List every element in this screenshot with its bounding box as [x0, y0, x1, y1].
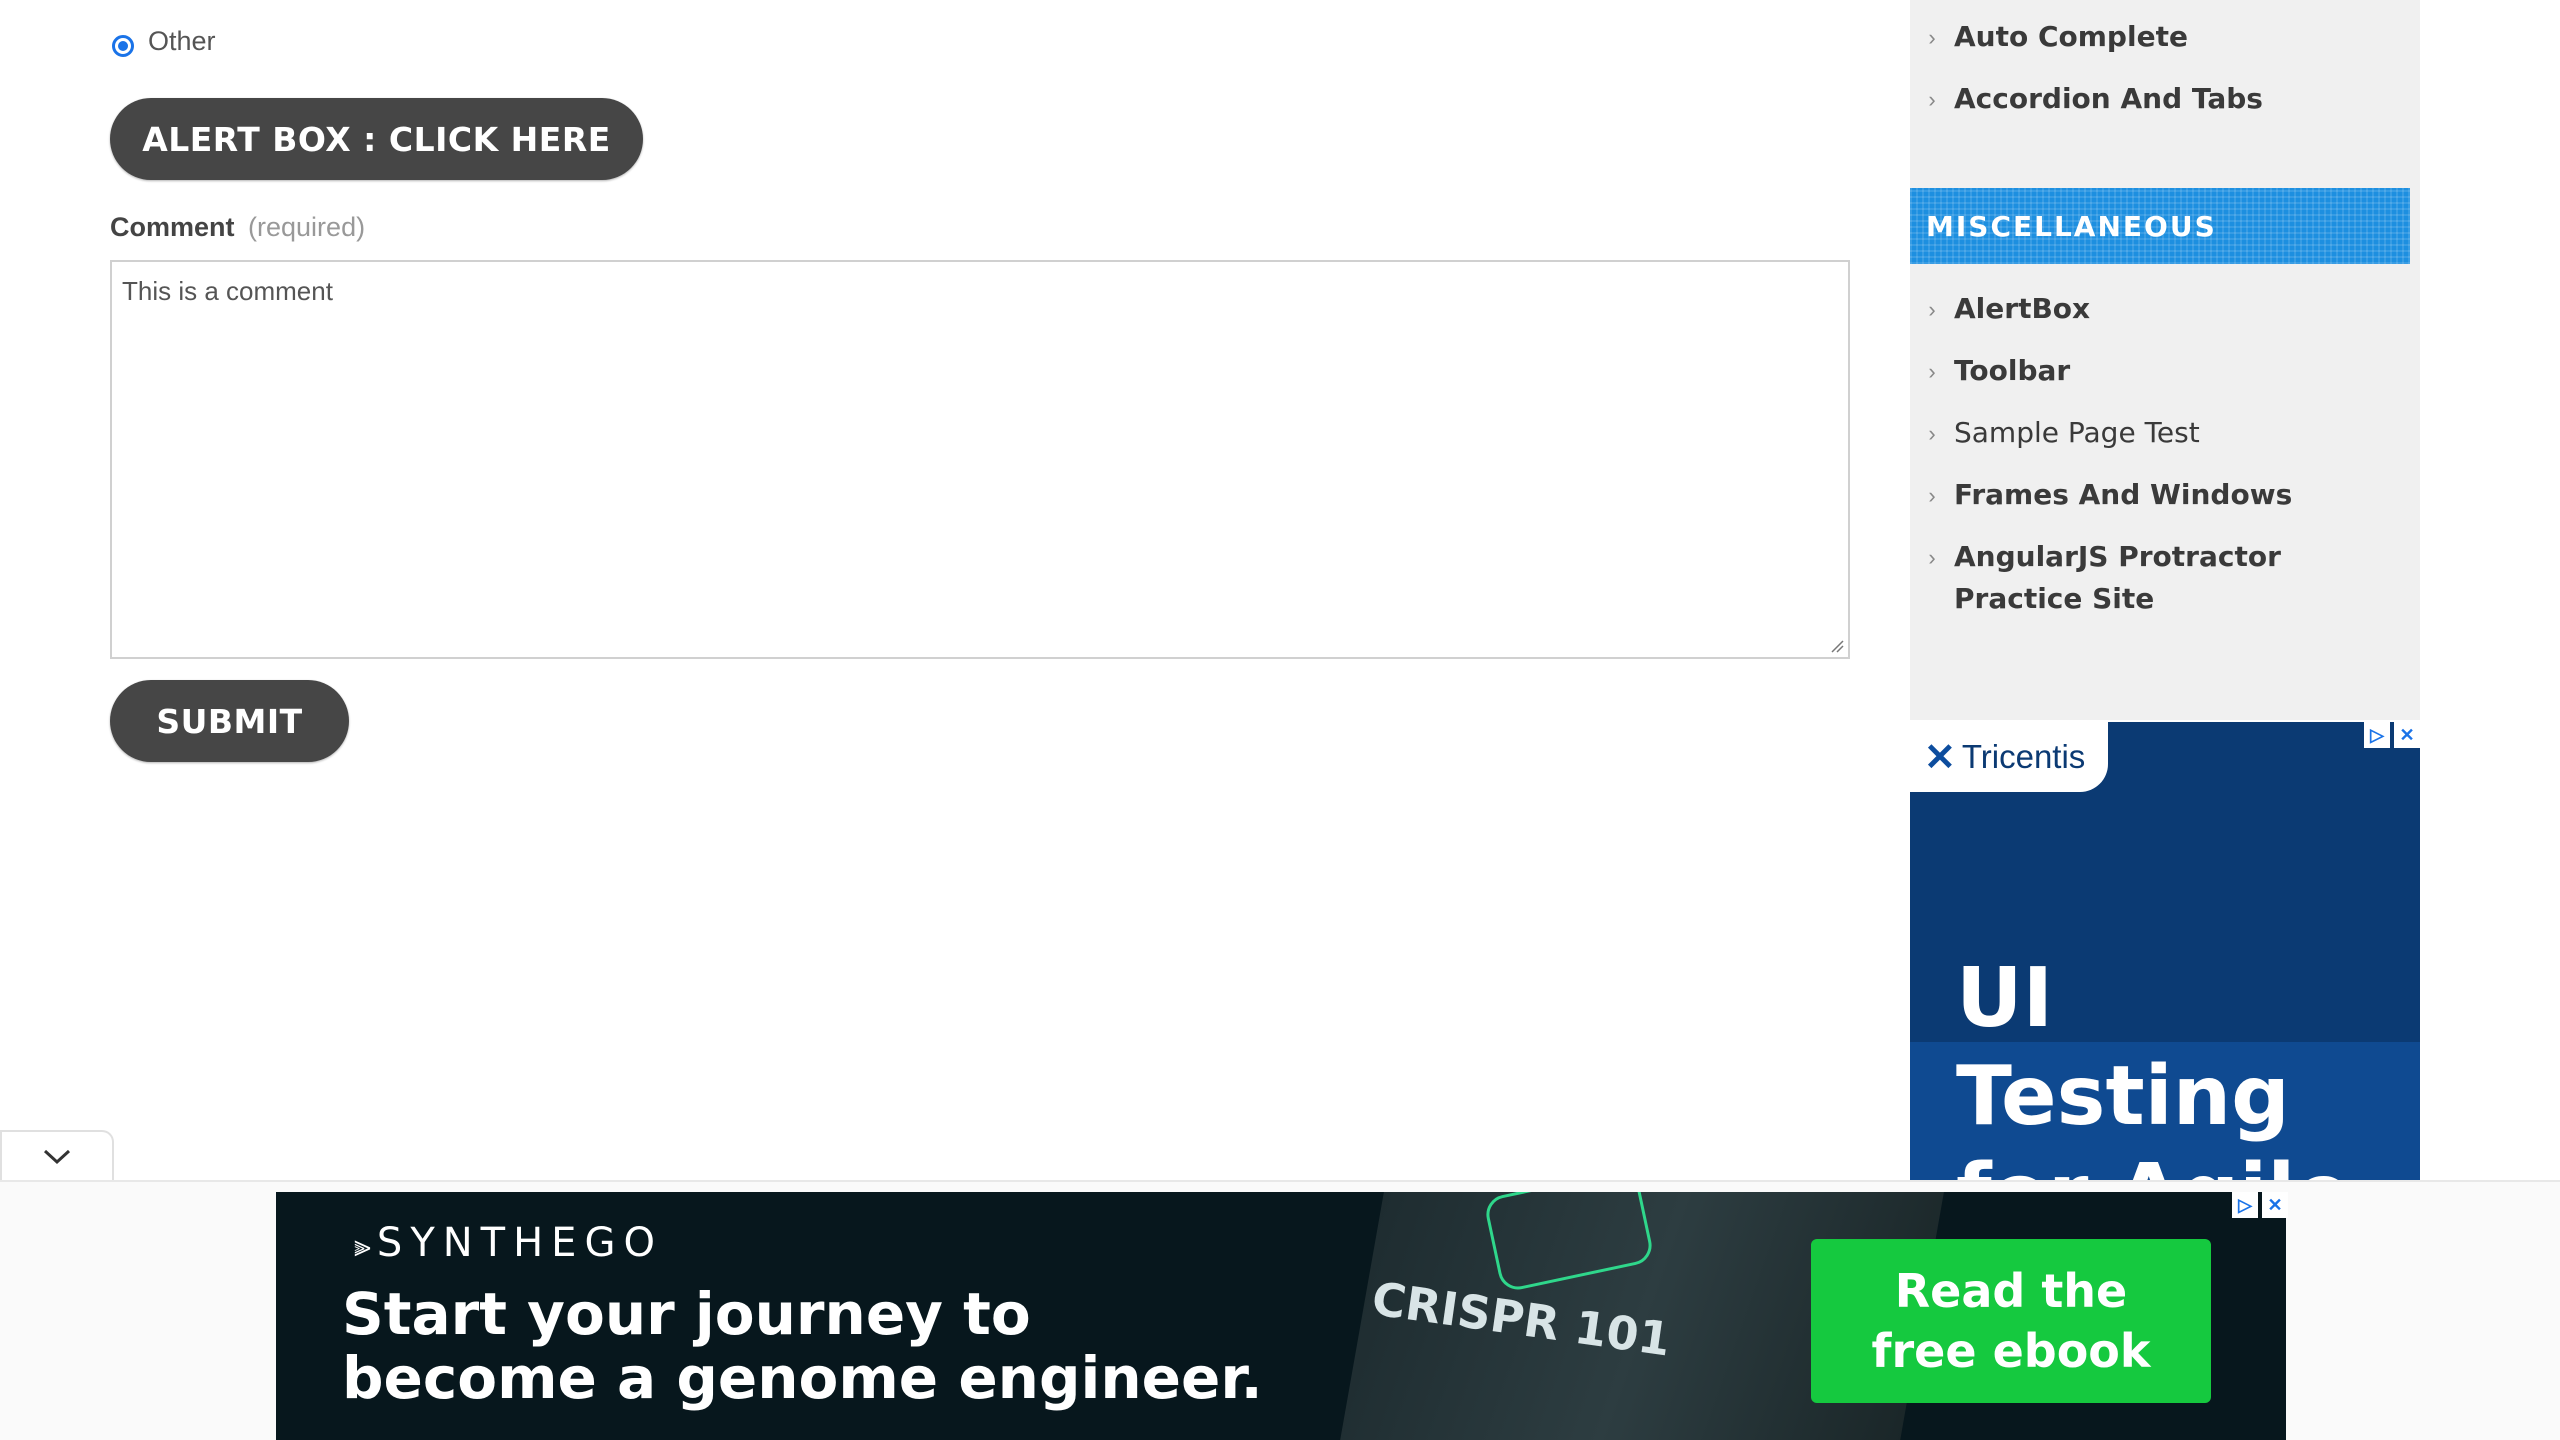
bottom-ad-controls: ▷ ✕ — [2232, 1192, 2288, 1218]
sidebar-item-label[interactable]: Frames And Windows — [1954, 474, 2292, 516]
chevron-right-icon: › — [1928, 297, 1936, 322]
comment-value: This is a comment — [122, 276, 333, 306]
resize-grip-icon[interactable] — [1830, 639, 1844, 653]
comment-required-text: (required) — [248, 212, 366, 242]
submit-button[interactable]: SUBMIT — [110, 680, 349, 762]
sidebar-item-label[interactable]: AlertBox — [1954, 288, 2090, 330]
tricentis-logo: ✕ Tricentis — [1910, 722, 2108, 792]
bottom-advertisement[interactable]: CRISPR 101 ⫸ SYNTHEGO Start your journey … — [276, 1192, 2286, 1440]
sidebar-item-angularjs-protractor[interactable]: › AngularJS Protractor Practice Site — [1910, 540, 2420, 620]
sidebar-item-alertbox[interactable]: › AlertBox — [1910, 292, 2420, 330]
bottom-ad-tagline: Start your journey to become a genome en… — [342, 1282, 1263, 1410]
synthego-brand: SYNTHEGO — [376, 1220, 663, 1266]
comment-label-text: Comment — [110, 212, 235, 242]
sidebar-item-label[interactable]: AngularJS Protractor Practice Site — [1954, 536, 2384, 620]
chevron-right-icon: › — [1928, 421, 1936, 446]
sidebar-item-label[interactable]: Auto Complete — [1954, 16, 2188, 58]
chevron-right-icon: › — [1928, 25, 1936, 50]
sidebar-item-auto-complete[interactable]: › Auto Complete — [1910, 20, 2420, 58]
tagline-line-2: become a genome engineer. — [342, 1344, 1263, 1412]
chevron-down-icon — [43, 1149, 71, 1165]
collapse-ad-button[interactable] — [0, 1130, 114, 1182]
close-icon[interactable]: ✕ — [2394, 722, 2420, 748]
sidebar-misc-list: › AlertBox › Toolbar › Sample Page Test … — [1910, 292, 2420, 646]
misc-section-header: MISCELLANEOUS — [1910, 188, 2410, 264]
comment-textarea[interactable]: This is a comment — [110, 260, 1850, 659]
tagline-line-1: Start your journey to — [342, 1280, 1031, 1348]
cta-label: Read the free ebook — [1871, 1264, 2151, 1378]
sidebar-item-label[interactable]: Accordion And Tabs — [1954, 78, 2263, 120]
radio-selected-icon[interactable] — [112, 34, 134, 57]
sidebar-item-label[interactable]: Toolbar — [1954, 350, 2070, 392]
sidebar-item-sample-page-test[interactable]: › Sample Page Test — [1910, 416, 2420, 454]
adchoices-icon[interactable]: ▷ — [2364, 722, 2390, 748]
sidebar-item-frames-and-windows[interactable]: › Frames And Windows — [1910, 478, 2420, 516]
sidebar-top-list: › Auto Complete › Accordion And Tabs — [1910, 20, 2420, 146]
radio-other[interactable]: Other — [112, 26, 216, 57]
chevron-right-icon: › — [1928, 545, 1936, 570]
sidebar: › Auto Complete › Accordion And Tabs › A… — [1910, 0, 2420, 720]
close-icon[interactable]: ✕ — [2262, 1192, 2288, 1218]
adchoices-icon[interactable]: ▷ — [2232, 1192, 2258, 1218]
synthego-mark-icon: ⫸ — [354, 1229, 371, 1264]
side-ad-controls: ▷ ✕ — [2364, 722, 2420, 748]
alert-box-button[interactable]: ALERT BOX : CLICK HERE — [110, 98, 643, 180]
chevron-right-icon: › — [1928, 483, 1936, 508]
side-ad-headline: UI Testing for Agile — [1956, 951, 2351, 1182]
sidebar-item-accordion-and-tabs[interactable]: › Accordion And Tabs — [1910, 82, 2420, 120]
sidebar-item-toolbar[interactable]: › Toolbar — [1910, 354, 2420, 392]
comment-label: Comment (required) — [110, 212, 365, 243]
side-advertisement[interactable]: ✕ Tricentis UI Testing for Agile ▷ ✕ — [1910, 722, 2420, 1182]
sidebar-item-label[interactable]: Sample Page Test — [1954, 412, 2200, 454]
tricentis-x-icon: ✕ — [1924, 736, 1956, 779]
tricentis-brand: Tricentis — [1961, 738, 2086, 775]
read-ebook-button[interactable]: Read the free ebook — [1811, 1239, 2211, 1403]
chevron-right-icon: › — [1928, 359, 1936, 384]
chevron-right-icon: › — [1928, 87, 1936, 112]
synthego-logo: ⫸ SYNTHEGO — [354, 1220, 663, 1266]
radio-other-label: Other — [148, 26, 216, 56]
